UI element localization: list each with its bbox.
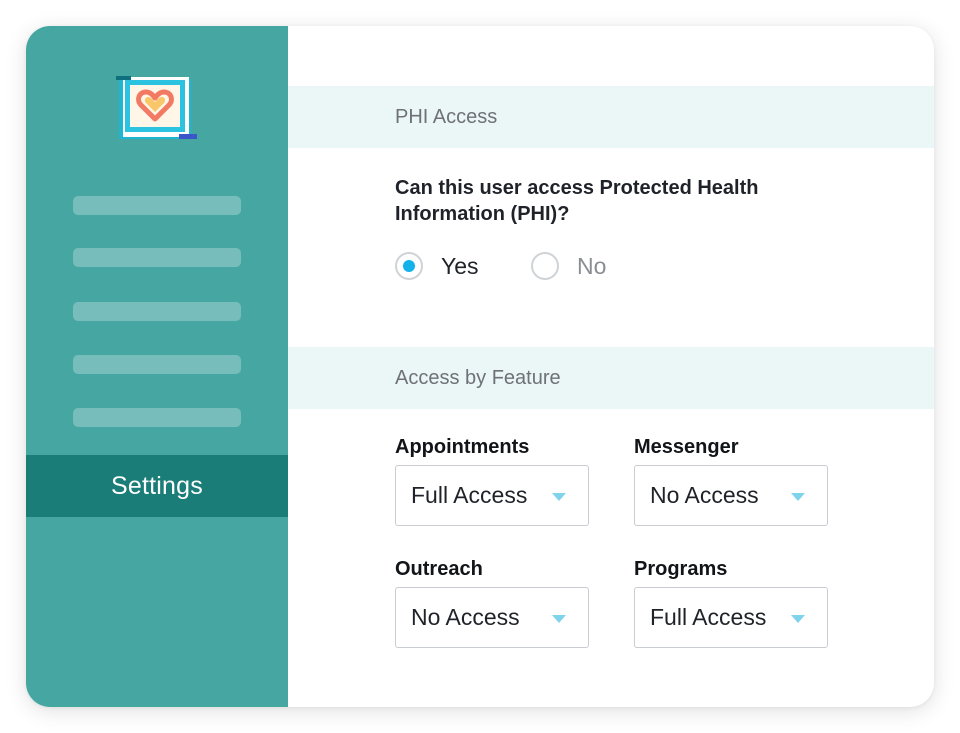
select-value: No Access — [650, 482, 759, 508]
caret-down-icon — [791, 615, 805, 623]
sidebar: Settings — [26, 26, 288, 707]
appointments-select[interactable]: Full Access — [395, 465, 589, 526]
radio-no[interactable]: No — [531, 252, 606, 280]
sidebar-item-label: Settings — [111, 471, 203, 500]
section-header-features: Access by Feature — [288, 347, 934, 409]
section-title: Access by Feature — [395, 366, 561, 389]
nav-item-placeholder[interactable] — [73, 355, 241, 374]
radio-label: Yes — [441, 252, 479, 279]
select-value: Full Access — [650, 604, 767, 630]
nav-item-placeholder[interactable] — [73, 248, 241, 267]
programs-select[interactable]: Full Access — [634, 587, 828, 648]
nav-item-placeholder[interactable] — [73, 408, 241, 427]
select-value: No Access — [411, 604, 520, 630]
section-title: PHI Access — [395, 105, 498, 128]
radio-button-checked[interactable] — [395, 252, 423, 280]
caret-down-icon — [552, 493, 566, 501]
nav-item-placeholder[interactable] — [73, 196, 241, 215]
app-logo-icon — [113, 74, 201, 144]
programs-label: Programs — [634, 558, 728, 580]
nav-item-placeholder[interactable] — [73, 302, 241, 321]
main-panel: PHI Access Can this user access Protecte… — [288, 26, 934, 707]
radio-button-unchecked[interactable] — [531, 252, 559, 280]
phi-question: Can this user access Protected Health In… — [395, 177, 759, 225]
messenger-label: Messenger — [634, 436, 739, 458]
caret-down-icon — [552, 615, 566, 623]
settings-card: Settings PHI Access Can this user access… — [26, 26, 934, 707]
select-value: Full Access — [411, 482, 528, 508]
section-header-phi: PHI Access — [288, 86, 934, 148]
outreach-label: Outreach — [395, 558, 483, 580]
radio-yes[interactable]: Yes — [395, 252, 479, 280]
appointments-label: Appointments — [395, 436, 530, 458]
radio-label: No — [577, 252, 607, 279]
sidebar-item-settings[interactable]: Settings — [26, 455, 288, 517]
outreach-select[interactable]: No Access — [395, 587, 589, 648]
messenger-select[interactable]: No Access — [634, 465, 828, 526]
caret-down-icon — [791, 493, 805, 501]
